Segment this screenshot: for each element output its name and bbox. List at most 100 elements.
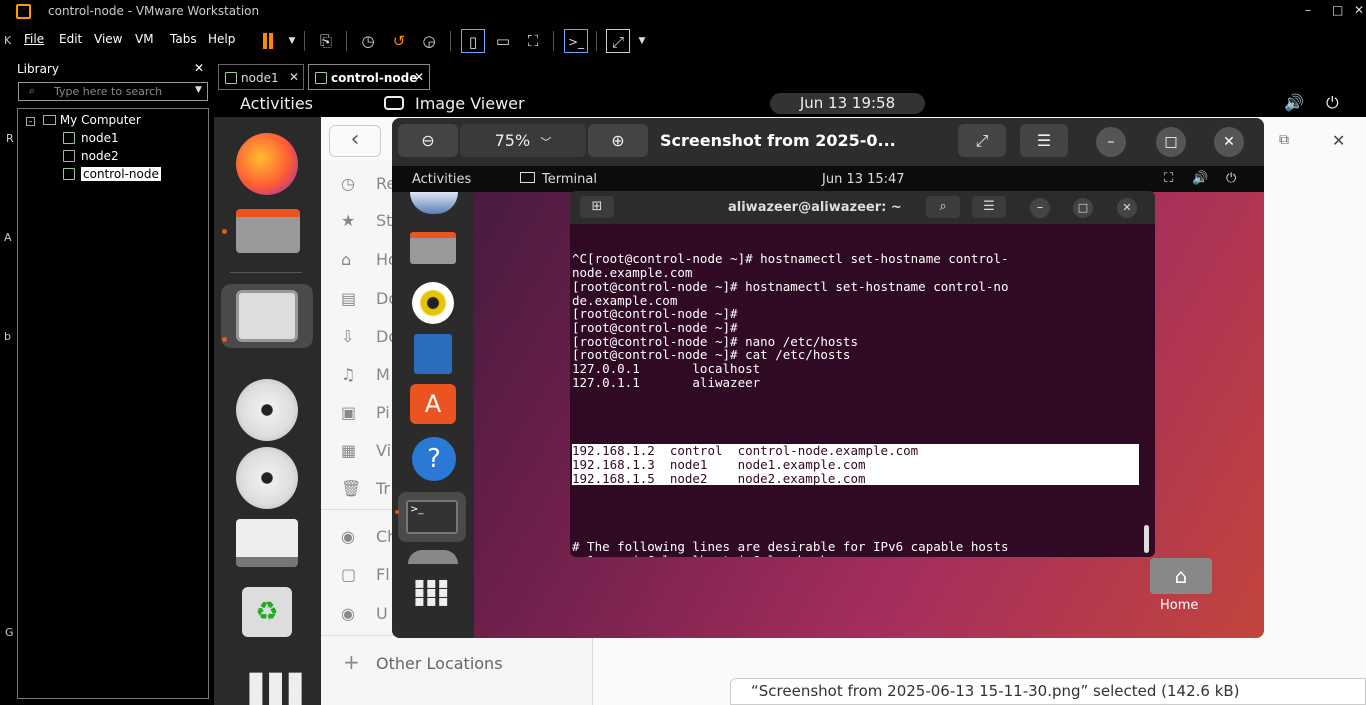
screenshot-image[interactable]: Activities Terminal Jun 13 15:47 ⛶ 🔊 ⏻ A… xyxy=(392,166,1264,638)
tab-node1[interactable]: node1 ✕ xyxy=(218,64,304,90)
firefox-icon[interactable] xyxy=(236,133,298,195)
image-viewer-window: ⊖ 75% ﹀ ⊕ Screenshot from 2025-0... ⤢ ☰ … xyxy=(392,118,1264,638)
zoom-level-button[interactable]: 75% ﹀ xyxy=(460,124,586,157)
show-apps-icon[interactable]: ▪▪▪ ▪▪▪ ▪▪▪ xyxy=(247,665,304,705)
library-title: Library xyxy=(17,62,59,76)
maximize-button[interactable]: □ xyxy=(1332,3,1343,17)
chevron-down-icon: ﹀ xyxy=(540,136,552,149)
toolbar-separator xyxy=(553,31,554,51)
edge-letter: G xyxy=(5,626,14,639)
sidebar-item-starred[interactable]: St xyxy=(376,211,392,230)
tab-close-button[interactable]: ✕ xyxy=(414,70,424,84)
show-library-icon[interactable]: ▯ xyxy=(461,29,485,53)
zoom-out-button[interactable]: ⊖ xyxy=(398,124,458,157)
tab-close-button[interactable]: ✕ xyxy=(289,70,299,84)
snapshot-manager-icon[interactable]: ◶ xyxy=(417,29,441,53)
toolbar-separator xyxy=(596,31,597,51)
inner-dock: A ? >_ ▪▪▪ ▪▪▪ ▪▪▪ xyxy=(392,192,474,638)
fullscreen-button[interactable]: ⤢ xyxy=(958,124,1006,157)
inner-files-icon xyxy=(410,232,456,264)
sidebar-item-pictures[interactable]: Pi xyxy=(376,403,390,422)
clock[interactable]: Jun 13 19:58 xyxy=(770,93,925,114)
image-viewer-dock-icon[interactable] xyxy=(236,290,298,342)
terminal-line: node.example.com xyxy=(572,265,693,281)
sidebar-item-videos[interactable]: Vi xyxy=(376,441,391,460)
disc-sidebar-icon[interactable]: ◉ xyxy=(341,527,355,546)
edge-letter: b xyxy=(4,330,11,343)
power-small-icon: ⏻ xyxy=(1226,171,1237,186)
menu-help[interactable]: Help xyxy=(208,32,235,46)
activities-button[interactable]: Activities xyxy=(240,94,313,113)
full-screen-icon[interactable]: ⛶ xyxy=(521,29,545,53)
files-icon[interactable] xyxy=(236,209,300,253)
music-icon[interactable]: ♫ xyxy=(341,365,355,384)
disc-sidebar-icon[interactable]: ◉ xyxy=(341,604,355,623)
close-window-button[interactable]: ✕ xyxy=(1354,3,1364,17)
tree-item-node2[interactable]: node2 xyxy=(63,149,119,163)
viewer-minimize-button[interactable]: – xyxy=(1096,127,1126,157)
selection-status: “Screenshot from 2025-06-13 15-11-30.png… xyxy=(730,678,1366,705)
revert-snapshot-icon[interactable]: ↺ xyxy=(387,29,411,53)
sidebar-item-floppy[interactable]: Fl xyxy=(376,565,390,584)
viewer-close-button[interactable]: ✕ xyxy=(1214,127,1244,157)
minimize-button[interactable]: – xyxy=(1305,3,1311,17)
recent-icon[interactable]: ◷ xyxy=(341,174,355,193)
hamburger-menu-button[interactable]: ☰ xyxy=(1020,124,1068,157)
guest-display[interactable]: Activities Image Viewer Jun 13 19:58 🔊 ⏻… xyxy=(214,90,1366,705)
chevron-down-icon[interactable]: ▼ xyxy=(630,29,654,53)
pictures-icon[interactable]: ▣ xyxy=(341,403,356,422)
documents-icon[interactable]: ▤ xyxy=(341,289,356,308)
terminal-highlighted-hosts: 192.168.1.2 control control-node.example… xyxy=(572,444,1144,486)
tree-item-node1[interactable]: node1 xyxy=(63,131,119,145)
floppy-icon[interactable]: ▢ xyxy=(341,565,356,584)
library-close-button[interactable]: ✕ xyxy=(194,61,204,75)
restore-button[interactable]: ⧉ xyxy=(1279,132,1289,148)
suspend-button[interactable] xyxy=(256,29,280,53)
menu-edit[interactable]: Edit xyxy=(59,32,82,46)
library-search-input[interactable]: ⌕ Type here to search ▼ xyxy=(18,82,208,101)
collapse-icon[interactable]: – xyxy=(26,117,35,126)
sidebar-item-trash[interactable]: Tr xyxy=(376,479,390,498)
vm-label: node2 xyxy=(81,149,119,163)
stretch-guest-icon[interactable]: ⤢ xyxy=(606,29,630,53)
viewer-maximize-button[interactable]: □ xyxy=(1156,127,1186,157)
trash-sidebar-icon[interactable]: 🗑 xyxy=(341,479,361,498)
home-icon[interactable]: ⌂ xyxy=(341,250,351,269)
plus-icon[interactable]: + xyxy=(343,650,360,674)
inner-show-apps-icon: ▪▪▪ ▪▪▪ ▪▪▪ xyxy=(414,573,450,610)
zoom-out-icon: ⊖ xyxy=(421,131,435,150)
menu-view[interactable]: View xyxy=(94,32,122,46)
files-close-button[interactable]: ✕ xyxy=(1332,131,1345,150)
power-icon[interactable]: ⏻ xyxy=(1326,93,1339,113)
tab-label: node1 xyxy=(241,71,279,85)
app-menu[interactable]: Image Viewer xyxy=(415,94,525,113)
downloads-icon[interactable]: ⇩ xyxy=(341,327,354,346)
menu-file[interactable]: File xyxy=(24,32,44,46)
console-view-icon[interactable]: >_ xyxy=(564,29,588,53)
send-keys-icon[interactable]: ⎘ xyxy=(314,29,338,53)
tree-root-my-computer[interactable]: – My Computer xyxy=(26,113,141,127)
starred-icon[interactable]: ★ xyxy=(341,211,355,230)
back-button[interactable]: ‹ xyxy=(329,125,381,157)
sidebar-item-other-locations[interactable]: Other Locations xyxy=(376,654,503,673)
chevron-down-icon[interactable]: ▼ xyxy=(280,29,304,53)
disc-icon[interactable] xyxy=(236,447,298,509)
tab-control-node[interactable]: control-node ✕ xyxy=(308,64,430,90)
chevron-down-icon[interactable]: ▼ xyxy=(195,85,202,95)
inner-activities: Activities xyxy=(412,172,472,187)
zoom-in-button[interactable]: ⊕ xyxy=(588,124,648,157)
thumbnail-bar-icon[interactable]: ▭ xyxy=(491,29,515,53)
terminal-minimize-icon: – xyxy=(1030,198,1050,218)
volume-icon[interactable]: 🔊 xyxy=(1284,93,1304,112)
sidebar-item-music[interactable]: M xyxy=(376,365,390,384)
disc-icon[interactable] xyxy=(236,379,298,441)
menu-tabs[interactable]: Tabs xyxy=(170,32,197,46)
snapshot-icon[interactable]: ◷ xyxy=(356,29,380,53)
trash-icon[interactable]: ♻ xyxy=(242,587,292,637)
menu-vm[interactable]: VM xyxy=(135,32,154,46)
document-scanner-icon[interactable] xyxy=(236,519,298,567)
sidebar-item-ubuntu[interactable]: U xyxy=(376,604,388,623)
tree-item-control-node[interactable]: control-node xyxy=(63,167,161,181)
videos-icon[interactable]: ▦ xyxy=(341,441,356,460)
